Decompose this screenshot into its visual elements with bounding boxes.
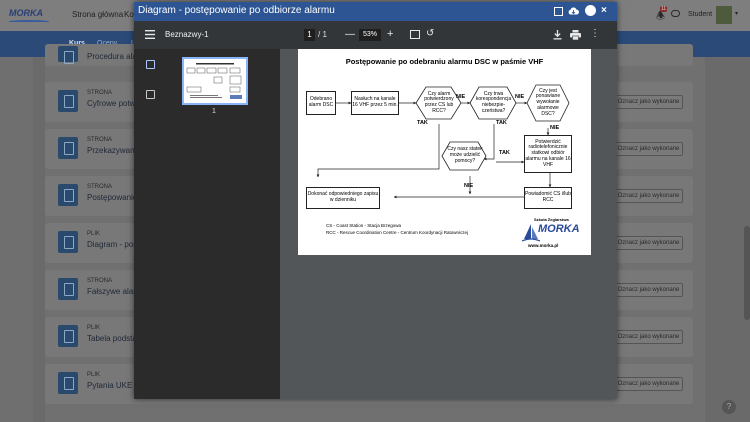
pdf-page: Postępowanie po odebraniu alarmu DSC w p… — [298, 49, 591, 255]
modal-title: Diagram - postępowanie po odbiorze alarm… — [138, 5, 335, 16]
chevron-down-icon[interactable]: ▾ — [735, 10, 738, 17]
label-no: NIE — [464, 183, 474, 189]
activity-type: STRONA — [87, 278, 113, 284]
activity-title[interactable]: Procedura alar — [87, 52, 139, 61]
mark-done-button[interactable]: Oznacz jako wykonane — [614, 283, 683, 297]
pdf-viewer[interactable]: Postępowanie po odebraniu alarmu DSC w p… — [280, 49, 617, 399]
file-icon — [58, 231, 78, 253]
logo-text: MORKA — [9, 8, 43, 18]
node-repeated: Czy jest ponawiane wywołanie alarmowe DS… — [535, 87, 561, 117]
page-icon — [58, 278, 78, 300]
modal-header: Diagram - postępowanie po odbiorze alarm… — [134, 2, 617, 21]
label-yes: TAK — [499, 150, 510, 156]
page-thumbnail[interactable] — [182, 57, 248, 105]
menu-icon[interactable] — [145, 30, 155, 39]
pdf-filename: Beznazwy-1 — [165, 30, 209, 39]
outline-icon[interactable] — [146, 90, 155, 99]
rotate-icon[interactable]: ↺ — [426, 29, 434, 39]
page-total: / 1 — [318, 30, 327, 39]
node-correspondence: Czy trwa korespondencja niebezpie-czeńst… — [475, 90, 512, 114]
page-icon — [58, 137, 78, 159]
activity-type: PLIK — [87, 372, 101, 378]
activity-type: STRONA — [87, 137, 113, 143]
file-icon — [58, 372, 78, 394]
mark-done-button[interactable]: Oznacz jako wykonane — [614, 95, 683, 109]
download-icon[interactable] — [553, 30, 562, 40]
activity-title[interactable]: Cyfrowe potwi — [87, 99, 137, 108]
zoom-input[interactable]: 53% — [359, 29, 381, 41]
avatar[interactable] — [716, 6, 732, 24]
page-icon — [58, 90, 78, 112]
fullscreen-icon[interactable] — [554, 7, 563, 16]
site-logo[interactable]: MORKA — [9, 8, 53, 23]
logo-www-text: www.morka.pl — [528, 243, 559, 248]
nav-home[interactable]: Strona główna — [72, 10, 123, 19]
activity-type: PLIK — [87, 325, 101, 331]
page-separator: / — [318, 30, 321, 39]
page-icon — [58, 46, 78, 64]
node-listen: Nasłuch na kanale 16 VHF przez 5 min. — [351, 91, 399, 115]
label-no: NIE — [550, 125, 560, 131]
mark-done-button[interactable]: Oznacz jako wykonane — [614, 236, 683, 250]
content-left-margin — [33, 57, 45, 422]
morka-logo: Szkoła Żeglarstwa MORKA www.morka.pl — [520, 217, 580, 251]
activity-type: PLIK — [87, 231, 101, 237]
nav-courses[interactable]: Ko — [124, 10, 134, 19]
notification-badge: 11 — [660, 6, 668, 12]
node-notify: Powiadomić CS i/lub RCC — [524, 187, 572, 209]
page-number-input[interactable]: 1 — [304, 29, 315, 41]
activity-type: STRONA — [87, 90, 113, 96]
legend-rcc: RCC - Rescue Coordination Centre - Centr… — [326, 230, 469, 235]
circle-icon[interactable] — [585, 5, 596, 16]
node-confirm-receipt: Potwierdzić radiotelefonicznie statkowi … — [524, 135, 572, 173]
legend-cs: CS - Coast Station - Stacja Brzegowa — [326, 223, 402, 228]
mark-done-button[interactable]: Oznacz jako wykonane — [614, 189, 683, 203]
download-cloud-icon[interactable] — [568, 6, 579, 16]
page-scrollbar[interactable] — [744, 226, 750, 320]
fit-page-icon[interactable] — [410, 30, 420, 39]
logo-swoosh — [9, 20, 49, 23]
close-icon[interactable]: × — [601, 5, 607, 16]
zoom-in-icon[interactable]: + — [387, 29, 393, 40]
label-yes: TAK — [417, 120, 428, 126]
mark-done-button[interactable]: Oznacz jako wykonane — [614, 142, 683, 156]
activity-title[interactable]: Przekazywanie — [87, 146, 141, 155]
logo-school-text: Szkoła Żeglarstwa — [534, 217, 569, 222]
zoom-out-icon[interactable]: — — [345, 30, 355, 40]
thumbnail-preview — [186, 63, 242, 99]
print-icon[interactable] — [570, 30, 581, 40]
node-can-help: Czy nasz statek może udzielić pomocy? — [447, 146, 483, 164]
label-no: NIE — [456, 94, 466, 100]
mark-done-button[interactable]: Oznacz jako wykonane — [614, 330, 683, 344]
thumbnails-icon[interactable] — [146, 60, 155, 69]
chat-icon[interactable] — [671, 10, 680, 17]
pdf-modal: Diagram - postępowanie po odbiorze alarm… — [134, 2, 617, 399]
file-icon — [58, 325, 78, 347]
mark-done-button[interactable]: Oznacz jako wykonane — [614, 377, 683, 391]
help-button[interactable]: ? — [722, 400, 736, 414]
page-icon — [58, 184, 78, 206]
pdf-toolbar: Beznazwy-1 1 / 1 — 53% + ↺ ⋮ — [134, 21, 617, 49]
activity-type: STRONA — [87, 184, 113, 190]
label-no: NIE — [515, 94, 525, 100]
node-confirmed: Czy alarm potwierdzony przez CS lub RCC? — [424, 90, 454, 114]
pdf-sidebar: 1 — [134, 49, 280, 399]
sail-icon — [522, 224, 540, 242]
thumbnail-page-number: 1 — [212, 108, 216, 115]
logo-name-text: MORKA — [538, 223, 580, 235]
node-log: Dokonać odpowiedniego zapisu w dzienniku — [306, 187, 380, 209]
page-count: 1 — [322, 30, 327, 39]
label-yes: TAK — [496, 120, 507, 126]
node-received: Odebrano alarm DSC — [306, 91, 336, 115]
more-vert-icon[interactable]: ⋮ — [590, 29, 600, 39]
user-name[interactable]: Student — [688, 11, 712, 18]
